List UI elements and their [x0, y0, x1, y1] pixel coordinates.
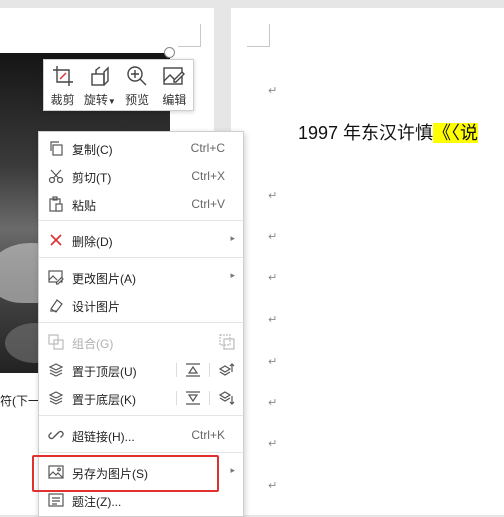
rotate-label: 旋转▼ [83, 93, 116, 107]
page-corner-mark [247, 24, 270, 47]
group-side-icon [219, 334, 235, 350]
document-text-line: 1997 年东汉许慎《〈说 [298, 119, 479, 145]
menu-item-label: 题注(Z)... [72, 495, 122, 509]
menu-separator [39, 322, 243, 323]
design-picture-icon [50, 299, 63, 313]
rotate-icon [91, 66, 109, 86]
paragraph-mark: ↵ [268, 438, 278, 450]
edit-button[interactable]: 编辑 [156, 64, 192, 108]
paragraph-mark: ↵ [268, 480, 278, 492]
menu-item-send-to-back[interactable]: 置于底层(K) [39, 384, 243, 412]
caption-fragment: 符(下一 [0, 394, 40, 408]
menu-item-label: 置于底层(K) [72, 393, 136, 407]
menu-item-group[interactable]: 组合(G) [39, 328, 243, 356]
menu-item-label: 更改图片(A) [72, 272, 136, 286]
link-icon [48, 430, 64, 440]
menu-item-copy[interactable]: 复制(C) Ctrl+C [39, 134, 243, 162]
menu-vertical-divider [176, 363, 177, 377]
highlighted-text: 《〈说 [433, 123, 479, 143]
crop-label: 裁剪 [50, 93, 75, 107]
menu-item-delete[interactable]: 删除(D) ▸ [39, 226, 243, 254]
menu-item-design-picture[interactable]: 设计图片 [39, 291, 243, 319]
document-text: 1997 年东汉许慎 [298, 123, 434, 143]
rotate-dropdown-icon: ▼ [107, 97, 116, 106]
rotate-handle[interactable] [164, 47, 175, 58]
delete-x-icon [50, 234, 62, 246]
paragraph-mark: ↵ [268, 231, 278, 243]
caption-icon [48, 493, 64, 507]
zoom-in-icon [127, 66, 147, 86]
align-top-icon [186, 363, 200, 377]
send-backward-icon [219, 391, 235, 405]
menu-vertical-divider [209, 391, 210, 405]
paragraph-mark: ↵ [268, 356, 278, 368]
menu-item-shortcut: Ctrl+V [191, 197, 225, 211]
highlight-annotation-box [32, 455, 219, 492]
page-corner-mark [178, 24, 201, 47]
menu-item-label: 超链接(H)... [72, 430, 135, 444]
submenu-arrow-icon: ▸ [230, 233, 235, 243]
menu-item-paste[interactable]: 粘贴 Ctrl+V [39, 190, 243, 218]
menu-item-label: 删除(D) [72, 235, 113, 249]
group-icon [48, 334, 64, 350]
image-edit-icon [163, 67, 186, 85]
menu-item-cut[interactable]: 剪切(T) Ctrl+X [39, 162, 243, 190]
paragraph-mark: ↵ [268, 85, 278, 97]
paragraph-mark: ↵ [268, 272, 278, 284]
menu-item-change-picture[interactable]: 更改图片(A) ▸ [39, 263, 243, 291]
scissors-icon [48, 169, 64, 184]
send-to-back-icon [48, 391, 64, 405]
crop-button[interactable]: 裁剪 [45, 64, 81, 108]
preview-button[interactable]: 预览 [119, 64, 155, 108]
menu-item-shortcut: Ctrl+K [191, 428, 225, 442]
submenu-arrow-icon: ▸ [230, 270, 235, 280]
menu-separator [39, 452, 243, 453]
bring-to-front-icon [48, 363, 64, 377]
menu-item-shortcut: Ctrl+C [190, 141, 225, 155]
crop-icon [52, 66, 73, 86]
menu-vertical-divider [209, 363, 210, 377]
menu-item-bring-to-front[interactable]: 置于顶层(U) [39, 356, 243, 384]
menu-item-label: 置于顶层(U) [72, 365, 137, 379]
align-bottom-icon [186, 391, 200, 405]
menu-item-label: 设计图片 [72, 300, 121, 314]
copy-icon [50, 141, 63, 156]
menu-item-label: 粘贴 [72, 199, 97, 213]
menu-item-hyperlink[interactable]: 超链接(H)... Ctrl+K [39, 421, 243, 449]
picture-toolbar: 裁剪 旋转▼ 预览 编辑 [43, 59, 194, 111]
paragraph-mark: ↵ [268, 397, 278, 409]
paste-icon [49, 196, 63, 212]
paragraph-mark: ↵ [268, 190, 278, 202]
menu-vertical-divider [176, 391, 177, 405]
paragraph-mark: ↵ [268, 314, 278, 326]
menu-separator [39, 257, 243, 258]
menu-item-shortcut: Ctrl+X [191, 169, 225, 183]
menu-separator [39, 220, 243, 221]
change-picture-icon [48, 270, 64, 285]
edit-label: 编辑 [162, 93, 187, 107]
submenu-arrow-icon: ▸ [230, 465, 235, 475]
preview-label: 预览 [125, 93, 150, 107]
bring-forward-icon [219, 363, 235, 376]
rotate-button[interactable]: 旋转▼ [82, 64, 118, 108]
menu-separator [39, 415, 243, 416]
menu-item-label: 复制(C) [72, 143, 113, 157]
menu-item-label: 组合(G) [72, 337, 114, 351]
menu-item-label: 剪切(T) [72, 171, 112, 185]
